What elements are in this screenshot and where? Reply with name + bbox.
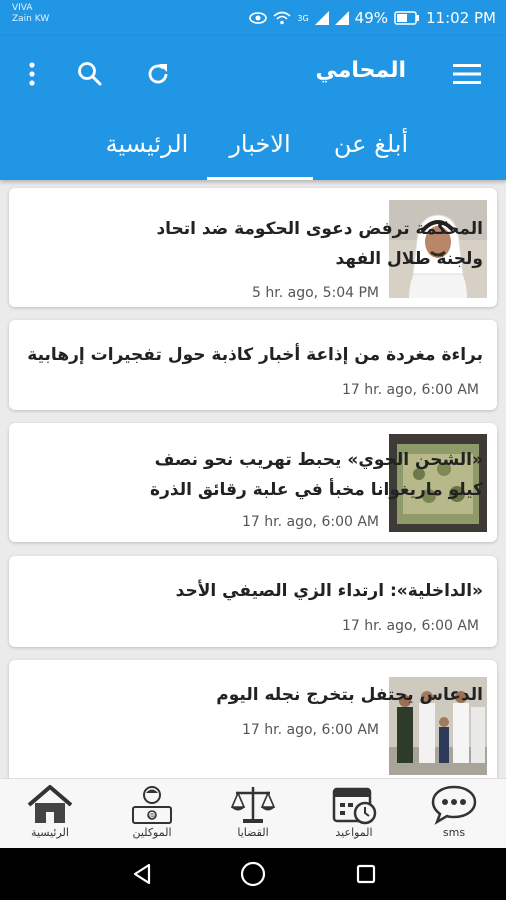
nav-home[interactable]: الرئيسية xyxy=(10,783,90,845)
battery-icon xyxy=(394,11,420,25)
back-triangle-icon xyxy=(133,863,151,885)
nav-sms[interactable]: sms xyxy=(414,783,494,845)
nav-cases[interactable]: القضايا xyxy=(213,783,293,845)
news-title-line: «الداخلية»: ارتداء الزي الصيفي الأحد xyxy=(175,581,483,601)
news-title: المحكمة ترفض دعوى الحكومة ضد اتحاد ولجنة… xyxy=(123,214,483,274)
back-button[interactable] xyxy=(122,856,162,892)
news-timestamp: 17 hr. ago, 6:00 AM xyxy=(242,722,379,738)
home-circle-icon xyxy=(240,861,266,887)
news-feed[interactable]: المحكمة ترفض دعوى الحكومة ضد اتحاد ولجنة… xyxy=(0,180,506,778)
battery-percent: 49% xyxy=(354,9,389,27)
menu-button[interactable] xyxy=(447,54,487,94)
calendar-clock-icon xyxy=(332,787,377,825)
scales-icon xyxy=(230,787,276,823)
status-bar: VIVA Zain KW 3G 49% 11:02 PM xyxy=(0,0,506,36)
news-card[interactable]: براءة مغردة من إذاعة أخبار كاذبة حول تفج… xyxy=(9,320,497,410)
nav-clients[interactable]: @ الموكلين xyxy=(112,783,192,845)
news-title-line: الدعاس يحتفل بتخرج نجله اليوم xyxy=(216,685,483,705)
news-title-line: براءة مغردة من إذاعة أخبار كاذبة حول تفج… xyxy=(27,345,483,365)
news-timestamp: 17 hr. ago, 6:00 AM xyxy=(242,514,379,530)
bottom-navigation: الرئيسية @ الموكلين القضايا المواعيد sms xyxy=(0,778,506,849)
news-card[interactable]: «الداخلية»: ارتداء الزي الصيفي الأحد 17 … xyxy=(9,556,497,647)
system-navigation-bar xyxy=(0,848,506,900)
news-timestamp: 17 hr. ago, 6:00 AM xyxy=(342,618,479,634)
overflow-menu-button[interactable] xyxy=(14,54,50,94)
news-timestamp: 5 hr. ago, 5:04 PM xyxy=(252,285,379,301)
app-title: المحامي xyxy=(315,58,406,83)
search-button[interactable] xyxy=(70,54,110,94)
nav-cases-label: القضايا xyxy=(237,826,269,839)
tab-report[interactable]: أبلغ عن xyxy=(326,130,416,158)
refresh-icon xyxy=(148,64,168,84)
home-icon xyxy=(27,785,73,823)
clock: 11:02 PM xyxy=(426,9,496,27)
nav-appointments[interactable]: المواعيد xyxy=(314,783,394,845)
wifi-icon xyxy=(273,11,291,25)
news-title-line: «الشحن الجوي» يحبط تهريب نحو نصف xyxy=(154,450,483,470)
news-card[interactable]: الدعاس يحتفل بتخرج نجله اليوم 17 hr. ago… xyxy=(9,660,497,778)
eye-icon xyxy=(249,12,268,24)
nav-sms-label: sms xyxy=(442,826,466,839)
clients-icon: @ xyxy=(132,786,172,824)
app-bar: المحامي أبلغ عن الاخبار الرئيسية xyxy=(0,36,506,180)
news-title-line: المحكمة ترفض دعوى الحكومة ضد اتحاد xyxy=(156,219,483,239)
nav-appointments-label: المواعيد xyxy=(335,826,373,839)
more-vert-icon xyxy=(29,62,35,86)
tab-home[interactable]: الرئيسية xyxy=(92,130,202,158)
tab-bar: أبلغ عن الاخبار الرئيسية xyxy=(0,122,506,180)
hamburger-menu-icon xyxy=(453,64,481,84)
news-card[interactable]: المحكمة ترفض دعوى الحكومة ضد اتحاد ولجنة… xyxy=(9,188,497,307)
signal-icon xyxy=(314,11,329,25)
search-icon xyxy=(78,62,102,86)
news-title: «الداخلية»: ارتداء الزي الصيفي الأحد xyxy=(23,576,483,606)
news-title: «الشحن الجوي» يحبط تهريب نحو نصف كيلو ما… xyxy=(113,445,483,505)
tab-news[interactable]: الاخبار xyxy=(207,130,313,158)
refresh-button[interactable] xyxy=(138,54,178,94)
news-title: الدعاس يحتفل بتخرج نجله اليوم xyxy=(123,680,483,710)
carrier-label: VIVA Zain KW xyxy=(12,3,49,25)
signal-icon-secondary xyxy=(334,11,349,25)
recents-square-icon xyxy=(356,864,376,884)
news-title-line: كيلو ماريغوانا مخبأ في علبة رقائق الذرة xyxy=(150,480,483,500)
news-title: براءة مغردة من إذاعة أخبار كاذبة حول تفج… xyxy=(23,340,483,370)
recents-button[interactable] xyxy=(346,856,386,892)
svg-text:@: @ xyxy=(149,813,155,820)
nav-clients-label: الموكلين xyxy=(132,826,172,839)
news-card[interactable]: «الشحن الجوي» يحبط تهريب نحو نصف كيلو ما… xyxy=(9,423,497,542)
home-system-button[interactable] xyxy=(233,856,273,892)
sms-bubble-icon xyxy=(431,785,477,825)
status-icons: 3G 49% 11:02 PM xyxy=(249,8,496,28)
nav-home-label: الرئيسية xyxy=(31,826,69,839)
network-type-label: 3G xyxy=(297,13,309,23)
carrier-name: VIVA xyxy=(12,3,33,13)
carrier-name-secondary: Zain KW xyxy=(12,14,50,24)
news-title-line: ولجنة طلال الفهد xyxy=(335,249,483,269)
news-timestamp: 17 hr. ago, 6:00 AM xyxy=(342,382,479,398)
